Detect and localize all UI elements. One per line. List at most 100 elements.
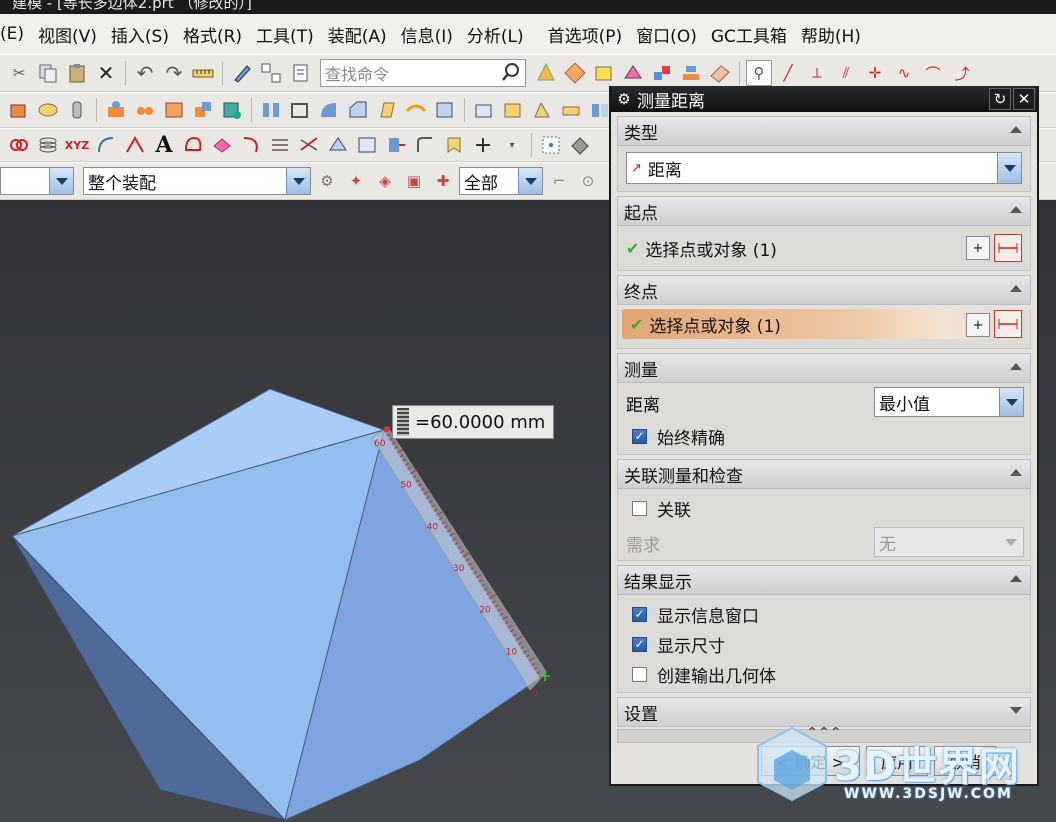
sheet-icon[interactable] — [620, 60, 646, 86]
copy-icon[interactable] — [35, 60, 61, 86]
bridge-curve-icon[interactable] — [238, 132, 264, 158]
reset-icon[interactable]: ↻ — [989, 88, 1011, 110]
parallel-icon[interactable]: ⫽ — [833, 60, 859, 86]
fillet-curve-icon[interactable] — [412, 132, 438, 158]
show-info-window-row[interactable]: 显示信息窗口 — [618, 599, 1030, 629]
offset-icon[interactable] — [678, 60, 704, 86]
combined-curve-icon[interactable] — [296, 132, 322, 158]
menu-tools[interactable]: 工具(T) — [249, 22, 321, 47]
intersect-curve-icon[interactable] — [122, 132, 148, 158]
chevron-up-icon[interactable] — [1010, 206, 1022, 213]
pattern-icon[interactable] — [649, 60, 675, 86]
chevron-up-icon[interactable] — [1010, 285, 1022, 292]
section-start-header[interactable]: 起点 — [617, 196, 1031, 226]
point-dialog-icon[interactable]: + — [966, 313, 990, 337]
end-point-selector[interactable]: ✔ 选择点或对象 (1) + — [622, 309, 1026, 339]
section-type-header[interactable]: 类型 — [617, 116, 1031, 146]
type-filter-select[interactable] — [0, 167, 74, 195]
point-icon[interactable] — [6, 132, 32, 158]
search-icon[interactable] — [501, 62, 521, 86]
chevron-down-icon[interactable] — [999, 388, 1023, 416]
menu-gc-toolbox[interactable]: GC工具箱 — [704, 22, 794, 47]
shell-icon[interactable] — [287, 97, 313, 123]
hole-icon[interactable] — [103, 97, 129, 123]
menu-info[interactable]: 信息(I) — [394, 22, 460, 47]
command-search-input[interactable]: 查找命令 — [320, 59, 526, 87]
section-measure-header[interactable]: 测量 — [617, 353, 1031, 383]
spline-icon[interactable]: ∿ — [891, 60, 917, 86]
associative-row[interactable]: 关联 — [618, 493, 691, 523]
inferred-point-icon[interactable] — [994, 310, 1022, 338]
measure-icon[interactable] — [190, 60, 216, 86]
show-dimension-checkbox[interactable] — [632, 636, 647, 652]
xyz-law-icon[interactable]: XYZ — [64, 132, 90, 158]
menu-analysis[interactable]: 分析(L) — [460, 22, 531, 47]
menu-window[interactable]: 窗口(O) — [629, 22, 704, 47]
menu-preferences[interactable]: 首选项(P) — [541, 22, 630, 47]
drag-handle-icon[interactable] — [397, 408, 409, 436]
point-dialog-icon[interactable]: + — [966, 236, 990, 260]
isoparam-icon[interactable] — [354, 132, 380, 158]
extrude-icon[interactable] — [6, 97, 32, 123]
gear-icon[interactable]: ⚙ — [611, 90, 637, 108]
undo-icon[interactable]: ↶ — [132, 60, 158, 86]
show-dimension-row[interactable]: 显示尺寸 — [618, 629, 1030, 659]
chevron-down-icon[interactable] — [997, 153, 1021, 183]
block-icon[interactable] — [591, 60, 617, 86]
menu-assembly[interactable]: 装配(A) — [321, 22, 394, 47]
draft-icon[interactable] — [374, 97, 400, 123]
section-assoc-header[interactable]: 关联测量和检查 — [617, 459, 1031, 489]
chevron-down-icon[interactable] — [49, 168, 73, 194]
snap-icon[interactable]: ⚲ — [746, 60, 772, 86]
thicken-icon[interactable] — [558, 97, 584, 123]
redo-icon[interactable]: ↷ — [161, 60, 187, 86]
create-output-geometry-checkbox[interactable] — [632, 666, 647, 682]
close-icon[interactable]: ✕ — [1013, 88, 1035, 110]
menu-format[interactable]: 格式(R) — [176, 22, 249, 47]
show-info-window-checkbox[interactable] — [632, 606, 647, 622]
select-edge-icon[interactable]: ▣ — [401, 168, 427, 194]
join-curve-icon[interactable] — [267, 132, 293, 158]
cone-icon[interactable] — [533, 60, 559, 86]
text-icon[interactable]: A — [151, 132, 177, 158]
chevron-down-icon[interactable] — [518, 168, 542, 194]
select-feature-icon[interactable]: ✦ — [343, 168, 369, 194]
create-output-geometry-row[interactable]: 创建输出几何体 — [618, 659, 1030, 689]
revolve-icon[interactable] — [35, 97, 61, 123]
associative-checkbox[interactable] — [632, 500, 647, 516]
offset-curve-icon[interactable] — [180, 132, 206, 158]
tag-icon[interactable] — [441, 132, 467, 158]
split-icon[interactable] — [432, 97, 458, 123]
chevron-down-icon[interactable] — [1010, 707, 1022, 714]
chevron-up-icon[interactable] — [1010, 363, 1022, 370]
menu-edit[interactable]: (E) — [0, 24, 31, 44]
section-end-header[interactable]: 终点 — [617, 275, 1031, 305]
boss-icon[interactable] — [132, 97, 158, 123]
render-mode-icon[interactable] — [567, 132, 593, 158]
wrap-curve-icon[interactable] — [325, 132, 351, 158]
layout-icon[interactable] — [258, 60, 284, 86]
menu-help[interactable]: 帮助(H) — [794, 22, 868, 47]
pad-icon[interactable] — [190, 97, 216, 123]
dimension-label[interactable]: =60.0000 mm — [392, 405, 555, 439]
always-precise-checkbox[interactable] — [632, 428, 647, 444]
feature-icon[interactable] — [562, 60, 588, 86]
plus-icon[interactable]: + — [470, 132, 496, 158]
line-icon[interactable]: ╱ — [775, 60, 801, 86]
dropdown-arrow-icon[interactable]: ▾ — [499, 132, 525, 158]
arc-icon[interactable]: ⌒ — [920, 60, 946, 86]
snap-point-icon[interactable]: ⌐ — [546, 168, 572, 194]
fit-view-icon[interactable] — [538, 132, 564, 158]
cylinder-icon[interactable] — [64, 97, 90, 123]
select-face-icon[interactable]: ◈ — [372, 168, 398, 194]
pocket-icon[interactable] — [161, 97, 187, 123]
selection-priority-icon[interactable]: ⚙ — [314, 168, 340, 194]
always-precise-row[interactable]: 始终精确 — [618, 421, 725, 451]
chevron-up-icon[interactable] — [1010, 126, 1022, 133]
assembly-scope-select[interactable]: 整个装配 — [83, 167, 311, 195]
blend-icon[interactable] — [316, 97, 342, 123]
dialog-title-bar[interactable]: ⚙ 测量距离 ↻ ✕ — [611, 86, 1037, 112]
axis-icon[interactable]: ⟂ — [804, 60, 830, 86]
curve-icon[interactable]: ⤴ — [949, 60, 975, 86]
distance-option-select[interactable]: 最小值 — [874, 387, 1024, 417]
